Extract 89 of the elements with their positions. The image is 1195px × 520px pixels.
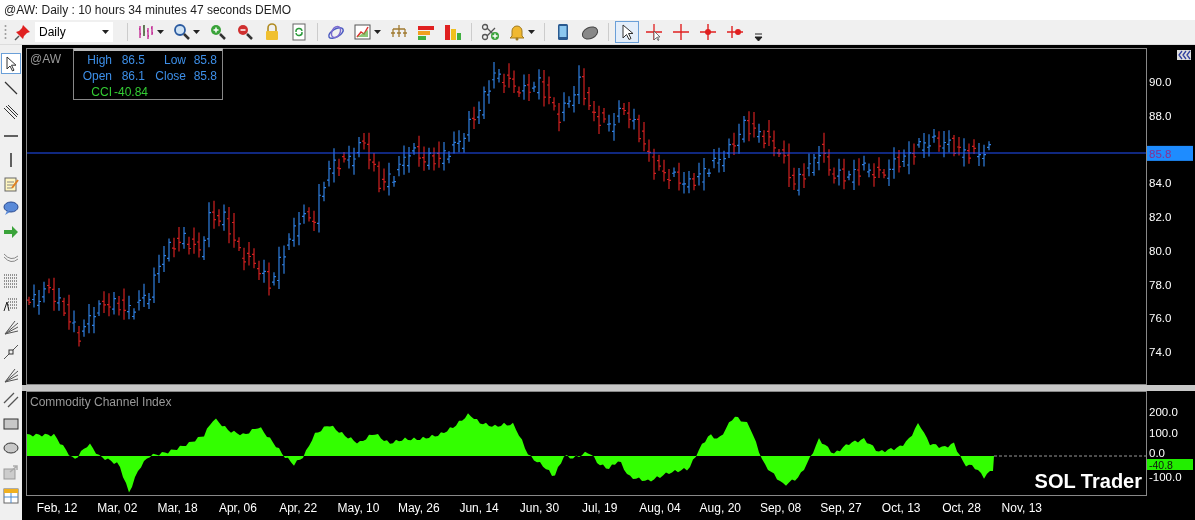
date-axis-label: Mar, 02 bbox=[97, 501, 138, 515]
price-axis-label: 76.0 bbox=[1149, 312, 1172, 325]
overflow-icon[interactable] bbox=[754, 33, 763, 42]
crosshair-icon bbox=[726, 23, 744, 41]
price-axis-label: 90.0 bbox=[1149, 76, 1172, 88]
high-value: 86.5 bbox=[120, 52, 145, 68]
ellipse-icon bbox=[3, 439, 19, 456]
grip-icon bbox=[4, 24, 7, 40]
close-value: 85.8 bbox=[192, 68, 217, 84]
cci-axis-label: 100.0 bbox=[1149, 427, 1178, 439]
column-chart-icon bbox=[444, 23, 462, 41]
cci-axis-label: -100.0 bbox=[1149, 471, 1182, 483]
last-cci-tag: -40.8 bbox=[1147, 458, 1193, 471]
horizontal-line-icon bbox=[3, 134, 19, 137]
cursor-icon bbox=[3, 55, 19, 72]
date-axis-label: Aug, 04 bbox=[639, 501, 681, 515]
crosshair-icon bbox=[699, 23, 717, 41]
note-icon bbox=[3, 175, 19, 192]
price-axis-label: 80.0 bbox=[1149, 244, 1172, 257]
zoom-in-icon bbox=[209, 23, 227, 41]
date-axis-label: Apr, 06 bbox=[218, 501, 257, 515]
date-axis-label: Jun, 30 bbox=[519, 501, 560, 515]
date-axis-label: Oct, 13 bbox=[881, 501, 921, 515]
vertical-line-icon bbox=[10, 151, 12, 168]
caret-icon bbox=[102, 30, 109, 34]
scissors-icon bbox=[481, 23, 499, 41]
date-axis-label: Sep, 27 bbox=[820, 501, 862, 515]
open-value: 86.1 bbox=[120, 68, 145, 84]
timeframe-dropdown[interactable]: Daily bbox=[35, 22, 113, 42]
line-icon bbox=[3, 343, 19, 360]
lock-icon bbox=[263, 23, 281, 41]
bar-chart-icon bbox=[137, 23, 155, 41]
collapse-icon[interactable] bbox=[1177, 50, 1191, 60]
date-axis-label: Sep, 08 bbox=[759, 501, 802, 515]
close-label: Close bbox=[154, 68, 186, 84]
crosshair-icon bbox=[672, 23, 690, 41]
date-axis-label: Jun, 14 bbox=[459, 501, 499, 515]
pointer-tool-button[interactable] bbox=[1, 53, 21, 74]
crosshair-icon bbox=[645, 23, 663, 41]
arrow-icon bbox=[3, 223, 19, 240]
price-axis-label: 74.0 bbox=[1149, 346, 1172, 358]
date-axis-label: Jul, 19 bbox=[582, 501, 618, 515]
zoom-out-icon bbox=[236, 23, 254, 41]
parallel-lines-icon bbox=[3, 103, 19, 120]
price-axis-label: 88.0 bbox=[1149, 109, 1172, 122]
horizontal-bars-icon bbox=[417, 23, 435, 41]
price-axis-label: 78.0 bbox=[1149, 278, 1172, 291]
search-icon bbox=[173, 23, 191, 41]
export-icon bbox=[3, 463, 19, 480]
symbol-label: @AW bbox=[30, 52, 62, 66]
last-price-tag: 85.8 bbox=[1147, 145, 1193, 161]
date-axis-label: Feb, 12 bbox=[36, 501, 78, 515]
fan-lines-icon bbox=[3, 319, 19, 336]
window-title: @AW: Daily : 10 hours 34 minutes 47 seconds DEMO bbox=[4, 3, 291, 17]
price-axis-label: 84.0 bbox=[1149, 177, 1172, 190]
dotted-lines-icon bbox=[3, 295, 19, 312]
fan-lines-icon bbox=[3, 367, 19, 384]
mouse-icon bbox=[581, 23, 599, 41]
pointer-tool-button[interactable] bbox=[615, 21, 639, 43]
date-axis-label: Nov, 13 bbox=[1001, 501, 1043, 515]
date-axis-label: May, 10 bbox=[337, 501, 380, 515]
date-axis-label: Mar, 18 bbox=[157, 501, 198, 515]
pushpin-icon[interactable] bbox=[14, 23, 32, 41]
chart-tool-button[interactable] bbox=[351, 21, 384, 43]
bell-icon bbox=[508, 23, 526, 41]
date-axis-label: Apr, 22 bbox=[279, 501, 318, 515]
speech-bubble-icon bbox=[3, 199, 19, 216]
line-icon bbox=[3, 79, 19, 96]
rectangle-icon bbox=[3, 415, 19, 432]
date-axis-label: Oct, 28 bbox=[942, 501, 981, 515]
brand-label: SOL Trader bbox=[1034, 470, 1142, 493]
refresh-icon bbox=[290, 23, 308, 41]
table-icon bbox=[3, 487, 19, 504]
date-axis-label: Aug, 20 bbox=[699, 501, 741, 515]
low-value: 85.8 bbox=[192, 52, 217, 68]
cci-label: CCI bbox=[90, 84, 112, 100]
low-label: Low bbox=[163, 52, 186, 68]
indicator-title: Commodity Channel Index bbox=[30, 395, 172, 409]
line-chart-icon bbox=[354, 23, 372, 41]
parallel-lines-icon bbox=[3, 391, 19, 408]
orbit-icon bbox=[327, 23, 345, 41]
date-axis-label: May, 26 bbox=[397, 501, 440, 515]
cci-axis-label: 0.0 bbox=[1149, 447, 1165, 459]
dotted-lines-icon bbox=[3, 271, 19, 288]
high-label: High bbox=[86, 52, 112, 68]
open-label: Open bbox=[81, 68, 112, 84]
price-axis-label: 82.0 bbox=[1149, 211, 1172, 223]
cci-axis-label: 200.0 bbox=[1149, 406, 1178, 418]
cci-value: -40.84 bbox=[114, 84, 150, 100]
